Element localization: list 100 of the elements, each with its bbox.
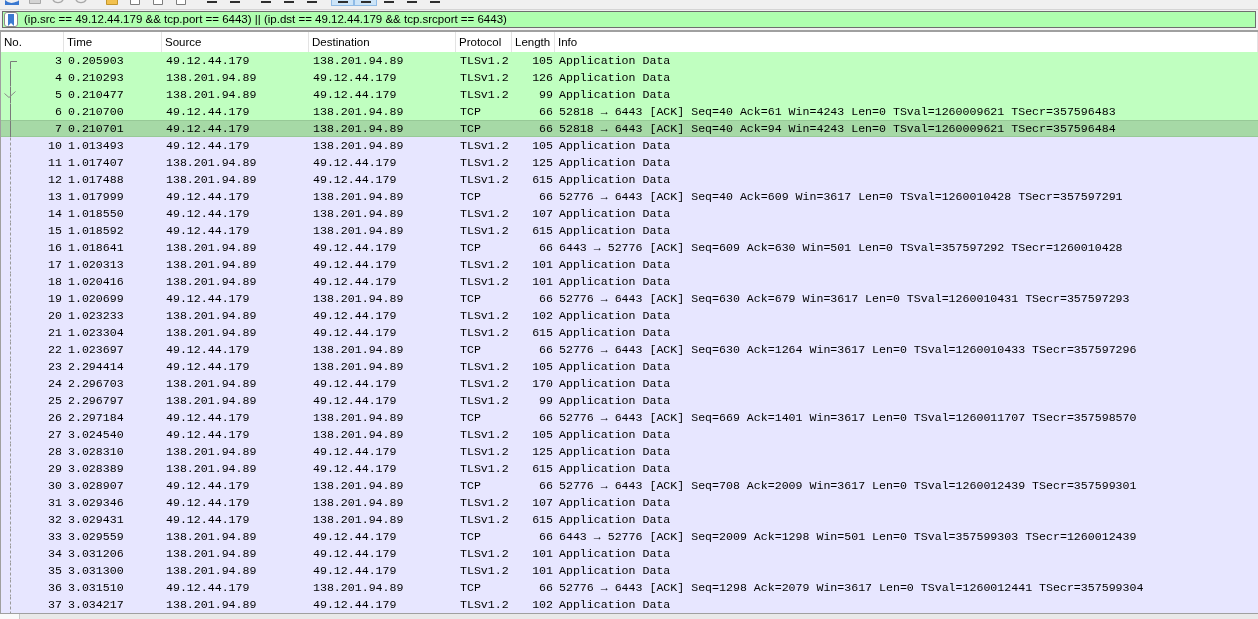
packet-row[interactable]: 33 3.029559 138.201.94.89 49.12.44.179 TCP 66 6443 → 52776 [ACK] Seq=2009 Ack=1298 Win=501 Len=0 TSval=357599303 TSecr=1260012439	[1, 528, 1258, 545]
packet-info: 52776 → 6443 [ACK] Seq=630 Ack=679 Win=3617 Len=0 TSval=1260010431 TSecr=357597293	[558, 291, 1131, 307]
destination-address: 138.201.94.89	[312, 580, 405, 596]
frame-length: 101	[531, 546, 554, 562]
bookmark-button[interactable]	[4, 12, 18, 27]
column-header[interactable]: Time	[64, 32, 162, 52]
packet-number: 14	[48, 206, 62, 222]
packet-number: 28	[48, 444, 62, 460]
packet-row[interactable]: 4 0.210293 138.201.94.89 49.12.44.179 TLSv1.2 126 Application Data	[1, 69, 1258, 86]
frame-length: 66	[538, 410, 554, 426]
source-address: 49.12.44.179	[165, 138, 251, 154]
packet-row[interactable]: 29 3.028389 138.201.94.89 49.12.44.179 TLSv1.2 615 Application Data	[1, 460, 1258, 477]
packet-row[interactable]: 28 3.028310 138.201.94.89 49.12.44.179 TLSv1.2 125 Application Data	[1, 443, 1258, 460]
protocol-name: TLSv1.2	[459, 495, 510, 511]
column-header[interactable]: Protocol	[456, 32, 512, 52]
packet-row[interactable]: 26 2.297184 49.12.44.179 138.201.94.89 TCP 66 52776 → 6443 [ACK] Seq=669 Ack=1401 Win=3617 Len=0 TSval=1260011707 TSecr=357598570	[1, 409, 1258, 426]
destination-address: 138.201.94.89	[312, 121, 405, 137]
frame-length: 66	[538, 478, 554, 494]
time-text: 3.029431	[67, 512, 125, 528]
destination-address: 138.201.94.89	[312, 189, 405, 205]
packet-row[interactable]: 32 3.029431 49.12.44.179 138.201.94.89 TLSv1.2 615 Application Data	[1, 511, 1258, 528]
bar-icon	[229, 0, 240, 4]
packet-number: 7	[55, 121, 62, 137]
frame-length: 66	[538, 121, 554, 137]
packet-row[interactable]: 25 2.296797 138.201.94.89 49.12.44.179 TLSv1.2 99 Application Data	[1, 392, 1258, 409]
packet-row[interactable]: 37 3.034217 138.201.94.89 49.12.44.179 TLSv1.2 102 Application Data	[1, 596, 1258, 613]
page-icon	[152, 0, 163, 5]
packet-row[interactable]: 7 0.210701 49.12.44.179 138.201.94.89 TCP 66 52818 → 6443 [ACK] Seq=40 Ack=94 Win=4243 Len=0 TSval=1260009621 TSecr=357596484	[1, 120, 1258, 137]
source-address: 138.201.94.89	[165, 529, 258, 545]
ring-icon	[51, 0, 64, 5]
frame-length: 105	[531, 53, 554, 69]
protocol-name: TCP	[459, 121, 482, 137]
packet-row[interactable]: 22 1.023697 49.12.44.179 138.201.94.89 TCP 66 52776 → 6443 [ACK] Seq=630 Ack=1264 Win=3617 Len=0 TSval=1260010433 TSecr=357597296	[1, 341, 1258, 358]
packet-row[interactable]: 31 3.029346 49.12.44.179 138.201.94.89 TLSv1.2 107 Application Data	[1, 494, 1258, 511]
destination-address: 138.201.94.89	[312, 427, 405, 443]
packet-number: 5	[55, 87, 62, 103]
packet-row[interactable]: 13 1.017999 49.12.44.179 138.201.94.89 TCP 66 52776 → 6443 [ACK] Seq=40 Ack=609 Win=3617 Len=0 TSval=1260010428 TSecr=357597291	[1, 188, 1258, 205]
frame-length: 125	[531, 444, 554, 460]
packet-row[interactable]: 10 1.013493 49.12.44.179 138.201.94.89 TLSv1.2 105 Application Data	[1, 137, 1258, 154]
protocol-name: TCP	[459, 410, 482, 426]
packet-row[interactable]: 23 2.294414 49.12.44.179 138.201.94.89 TLSv1.2 105 Application Data	[1, 358, 1258, 375]
packet-row[interactable]: 16 1.018641 138.201.94.89 49.12.44.179 TCP 66 6443 → 52776 [ACK] Seq=609 Ack=630 Win=501 Len=0 TSval=357597292 TSecr=1260010428	[1, 239, 1258, 256]
time-text: 1.018641	[67, 240, 125, 256]
column-header[interactable]: Source	[162, 32, 309, 52]
source-address: 138.201.94.89	[165, 393, 258, 409]
packet-row[interactable]: 20 1.023233 138.201.94.89 49.12.44.179 TLSv1.2 102 Application Data	[1, 307, 1258, 324]
packet-row[interactable]: 14 1.018550 49.12.44.179 138.201.94.89 TLSv1.2 107 Application Data	[1, 205, 1258, 222]
packet-info: Application Data	[558, 563, 672, 579]
column-header[interactable]: Length	[512, 32, 555, 52]
source-address: 138.201.94.89	[165, 70, 258, 86]
display-filter-field[interactable]: (ip.src == 49.12.44.179 && tcp.port == 6443) || (ip.dst == 49.12.44.179 && tcp.srcport == 6443)	[2, 11, 1256, 28]
packet-row[interactable]: 6 0.210700 49.12.44.179 138.201.94.89 TCP 66 52818 → 6443 [ACK] Seq=40 Ack=61 Win=4243 Len=0 TSval=1260009621 TSecr=357596483	[1, 103, 1258, 120]
packet-number: 26	[48, 410, 62, 426]
packet-row[interactable]: 12 1.017488 138.201.94.89 49.12.44.179 TLSv1.2 615 Application Data	[1, 171, 1258, 188]
frame-length: 66	[538, 104, 554, 120]
packet-row[interactable]: 17 1.020313 138.201.94.89 49.12.44.179 TLSv1.2 101 Application Data	[1, 256, 1258, 273]
source-address: 138.201.94.89	[165, 546, 258, 562]
time-text: 1.017488	[67, 172, 125, 188]
ring-icon	[74, 0, 87, 5]
packet-number: 21	[48, 325, 62, 341]
protocol-name: TCP	[459, 291, 482, 307]
packet-row[interactable]: 3 0.205903 49.12.44.179 138.201.94.89 TLSv1.2 105 Application Data	[1, 52, 1258, 69]
packet-number: 34	[48, 546, 62, 562]
destination-address: 49.12.44.179	[312, 274, 398, 290]
packet-info: 52818 → 6443 [ACK] Seq=40 Ack=94 Win=4243 Len=0 TSval=1260009621 TSecr=357596484	[558, 121, 1117, 137]
packet-number: 36	[48, 580, 62, 596]
packet-number: 27	[48, 427, 62, 443]
destination-address: 138.201.94.89	[312, 359, 405, 375]
time-text: 1.023697	[67, 342, 125, 358]
packet-row[interactable]: 30 3.028907 49.12.44.179 138.201.94.89 TCP 66 52776 → 6443 [ACK] Seq=708 Ack=2009 Win=3617 Len=0 TSval=1260012439 TSecr=357599301	[1, 477, 1258, 494]
protocol-name: TLSv1.2	[459, 257, 510, 273]
packet-row[interactable]: 19 1.020699 49.12.44.179 138.201.94.89 TCP 66 52776 → 6443 [ACK] Seq=630 Ack=679 Win=3617 Len=0 TSval=1260010431 TSecr=357597293	[1, 290, 1258, 307]
packet-row[interactable]: 11 1.017407 138.201.94.89 49.12.44.179 TLSv1.2 125 Application Data	[1, 154, 1258, 171]
packet-number: 13	[48, 189, 62, 205]
packet-row[interactable]: 34 3.031206 138.201.94.89 49.12.44.179 TLSv1.2 101 Application Data	[1, 545, 1258, 562]
frame-length: 125	[531, 155, 554, 171]
column-header[interactable]: Destination	[309, 32, 456, 52]
column-header[interactable]: No.	[1, 32, 64, 52]
packet-row[interactable]: 15 1.018592 49.12.44.179 138.201.94.89 TLSv1.2 615 Application Data	[1, 222, 1258, 239]
packet-info: 52776 → 6443 [ACK] Seq=669 Ack=1401 Win=3617 Len=0 TSval=1260011707 TSecr=357598570	[558, 410, 1138, 426]
packet-row[interactable]: 21 1.023304 138.201.94.89 49.12.44.179 TLSv1.2 615 Application Data	[1, 324, 1258, 341]
packet-row[interactable]: 24 2.296703 138.201.94.89 49.12.44.179 TLSv1.2 170 Application Data	[1, 375, 1258, 392]
packet-row[interactable]: 35 3.031300 138.201.94.89 49.12.44.179 TLSv1.2 101 Application Data	[1, 562, 1258, 579]
packet-number: 32	[48, 512, 62, 528]
packet-number: 11	[48, 155, 62, 171]
packet-row[interactable]: 27 3.024540 49.12.44.179 138.201.94.89 TLSv1.2 105 Application Data	[1, 426, 1258, 443]
packet-row[interactable]: 36 3.031510 49.12.44.179 138.201.94.89 TCP 66 52776 → 6443 [ACK] Seq=1298 Ack=2079 Win=3617 Len=0 TSval=1260012441 TSecr=357599304	[1, 579, 1258, 596]
horizontal-scrollbar[interactable]	[0, 613, 1258, 619]
source-address: 138.201.94.89	[165, 325, 258, 341]
packet-info: Application Data	[558, 597, 672, 613]
packet-number: 3	[55, 53, 62, 69]
destination-address: 138.201.94.89	[312, 410, 405, 426]
toolbar-button[interactable]	[331, 0, 354, 6]
destination-address: 49.12.44.179	[312, 393, 398, 409]
time-text: 1.023304	[67, 325, 125, 341]
destination-address: 138.201.94.89	[312, 138, 405, 154]
toolbar-button[interactable]	[354, 0, 377, 6]
packet-row[interactable]: 18 1.020416 138.201.94.89 49.12.44.179 TLSv1.2 101 Application Data	[1, 273, 1258, 290]
packet-row[interactable]: 5 0.210477 138.201.94.89 49.12.44.179 TLSv1.2 99 Application Data	[1, 86, 1258, 103]
time-text: 1.023233	[67, 308, 125, 324]
